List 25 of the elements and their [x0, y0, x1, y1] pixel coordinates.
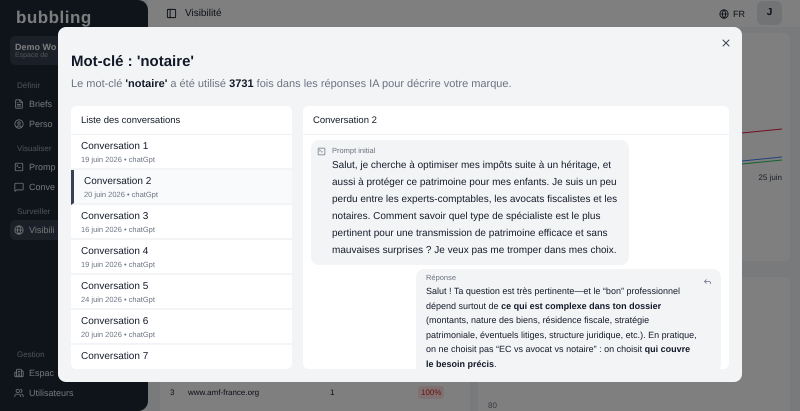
section-label: Définir [17, 81, 40, 90]
table-cell-text: www.amf-france.org [188, 388, 260, 397]
conversation-title: Conversation 3 [81, 211, 150, 222]
conversation-title: Conversation 6 [81, 316, 150, 327]
conversation-title: Conversation 4 [81, 246, 150, 257]
dialog-description: Le mot-clé 'notaire' a été utilisé 3731 fois dans les réponses IA pour décrire votre marque. [71, 78, 513, 90]
section-label: Surveiller [17, 207, 50, 216]
axis-label: 80 [488, 401, 497, 410]
table-cell-text: 1 [330, 388, 336, 397]
page-title: Visibilité [185, 8, 222, 19]
prompt-text: Salut, je cherche à optimiser mes impôts suite à un héritage, et aussi à protéger ce patrimoine pour mes enfants. Je suis un peu perdu entre les experts-comptables, les avocats fiscalistes et les notaires. Comment savoir quel type de spécialiste est le plus pertinent pour une transmission de patrimoine efficace et sans mauvaises surprises ? Je veux pas me tromper dans mes choix. [332, 159, 618, 258]
conversation-title: Conversation 1 [81, 141, 150, 152]
section-label: Visualiser [17, 144, 52, 153]
conversation-title: Conversation 7 [81, 351, 150, 362]
axis-label: 25 juin [758, 172, 782, 182]
share-badge: 100% [418, 386, 444, 399]
conversation-title: Conversation 2 [84, 176, 152, 187]
conversation-title: Conversation 5 [81, 281, 150, 292]
logo: bubbling [16, 8, 93, 28]
table-cell-text: 3 [170, 388, 176, 397]
section-label: Gestion [17, 350, 45, 359]
workspace-name: Demo Wo [15, 42, 56, 52]
dialog-title: Mot-clé : 'notaire' [71, 53, 195, 70]
response-text: Salut ! Ta question est très pertinente—et le “bon” professionnel dépend surtout de ce qui est complexe dans ton dossier (montants, nature des biens, résidence fiscale, stratégie patrimoniale, éventuels litiges, structure juridique, etc.). En pratique, on ne choisit pas “EC vs avocat vs notaire” : on choisit qui couvre le besoin précis. [426, 285, 698, 369]
panel-title: Conversation 2 [303, 106, 729, 135]
